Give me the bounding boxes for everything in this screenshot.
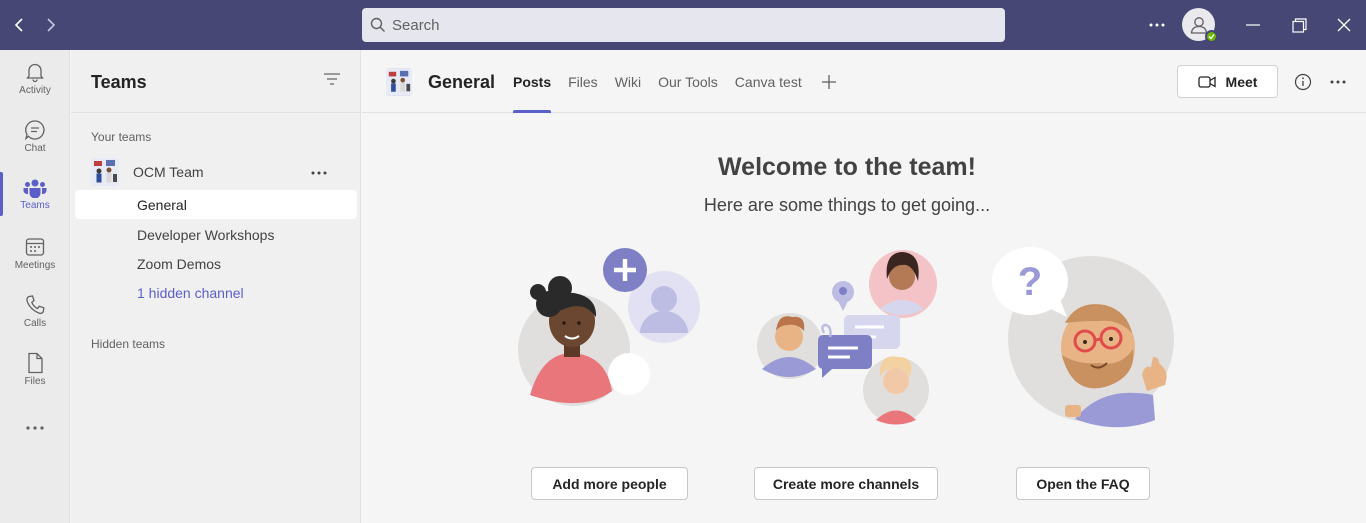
- rail-item-meetings[interactable]: Meetings: [0, 225, 70, 281]
- rail-item-activity[interactable]: Activity: [0, 50, 70, 106]
- rail-item-files[interactable]: Files: [0, 341, 70, 397]
- forward-button[interactable]: [39, 14, 61, 36]
- welcome-subtitle: Here are some things to get going...: [703, 195, 991, 215]
- welcome-title: Welcome to the team!: [718, 153, 976, 181]
- profile-avatar[interactable]: [1182, 8, 1218, 43]
- check-icon: [1208, 34, 1215, 40]
- teams-header: Teams: [71, 50, 361, 113]
- close-icon: [1337, 18, 1351, 32]
- filter-button[interactable]: [323, 72, 343, 92]
- minimize-button[interactable]: [1243, 10, 1263, 40]
- tab-posts[interactable]: Posts: [513, 50, 552, 113]
- more-options-button[interactable]: [1146, 10, 1168, 40]
- rail-item-calls[interactable]: Calls: [0, 283, 70, 339]
- rail-label: Chat: [24, 142, 46, 154]
- app-rail: Activity Chat Teams Meetings Calls Files: [0, 50, 70, 523]
- search-box[interactable]: [362, 8, 1005, 42]
- meet-label: Meet: [1225, 73, 1258, 90]
- team-avatar-icon: [386, 69, 412, 95]
- team-more-button[interactable]: [311, 162, 333, 182]
- add-more-people-button[interactable]: Add more people: [531, 467, 688, 500]
- meet-button[interactable]: Meet: [1177, 65, 1278, 98]
- tab-canva-test[interactable]: Canva test: [735, 50, 802, 113]
- rail-item-teams[interactable]: Teams: [0, 166, 70, 222]
- create-channels-illustration: [757, 250, 937, 425]
- restore-button[interactable]: [1289, 10, 1309, 40]
- tab-files[interactable]: Files: [568, 50, 598, 113]
- minimize-icon: [1246, 24, 1260, 26]
- teams-title: Teams: [91, 72, 147, 92]
- rail-item-chat[interactable]: Chat: [0, 108, 70, 164]
- chevron-left-icon: [14, 18, 23, 32]
- info-icon: [1294, 73, 1312, 91]
- add-tab-button[interactable]: [819, 50, 839, 113]
- channel-main: General Posts Files Wiki Our Tools Canva…: [362, 50, 1366, 523]
- search-input[interactable]: [392, 16, 952, 34]
- team-avatar-icon: [91, 158, 119, 186]
- channel-tabs: Posts Files Wiki Our Tools Canva test: [513, 50, 839, 113]
- hidden-teams-label[interactable]: Hidden teams: [91, 337, 165, 351]
- channel-header: General Posts Files Wiki Our Tools Canva…: [362, 50, 1366, 113]
- calendar-icon: [25, 237, 45, 256]
- rail-label: Activity: [19, 84, 51, 96]
- ellipsis-icon: [1149, 23, 1165, 27]
- phone-icon: [26, 294, 45, 314]
- search-icon: [370, 17, 385, 32]
- ellipsis-icon: [311, 171, 327, 175]
- your-teams-label: Your teams: [91, 130, 152, 144]
- rail-label: Meetings: [14, 259, 56, 271]
- ellipsis-icon: [1330, 80, 1346, 84]
- teams-icon: [23, 179, 47, 198]
- channel-item-general[interactable]: General: [75, 190, 357, 219]
- file-icon: [28, 352, 43, 373]
- tab-our-tools[interactable]: Our Tools: [658, 50, 718, 113]
- svg-text:?: ?: [1018, 260, 1042, 304]
- title-bar: [0, 0, 1366, 50]
- chevron-right-icon: [47, 18, 56, 32]
- restore-icon: [1291, 17, 1307, 33]
- hidden-channel-link[interactable]: 1 hidden channel: [75, 278, 357, 307]
- channel-title: General: [428, 72, 496, 92]
- rail-label: Calls: [23, 317, 47, 329]
- faq-illustration: ?: [992, 247, 1174, 428]
- channel-info-button[interactable]: [1292, 71, 1314, 93]
- create-more-channels-button[interactable]: Create more channels: [754, 467, 938, 500]
- teams-pane: Teams Your teams OCM Team General Develo…: [71, 50, 361, 523]
- tab-wiki[interactable]: Wiki: [615, 50, 641, 113]
- active-indicator: [0, 172, 3, 216]
- rail-label: Teams: [20, 199, 50, 211]
- open-faq-button[interactable]: Open the FAQ: [1016, 467, 1150, 500]
- team-row-ocm[interactable]: OCM Team: [91, 156, 351, 188]
- add-people-illustration: [518, 248, 700, 406]
- video-camera-icon: [1197, 75, 1216, 88]
- bell-icon: [26, 63, 44, 82]
- close-button[interactable]: [1334, 10, 1354, 40]
- presence-badge: [1205, 30, 1218, 43]
- rail-label: Files: [24, 375, 46, 387]
- plus-icon: [821, 74, 836, 89]
- channel-more-button[interactable]: [1327, 71, 1349, 93]
- channel-avatar: [386, 68, 412, 96]
- channel-item-zoom-demos[interactable]: Zoom Demos: [75, 249, 357, 278]
- back-button[interactable]: [9, 14, 31, 36]
- team-avatar: [91, 158, 119, 186]
- chat-icon: [24, 119, 45, 140]
- filter-icon: [324, 73, 340, 85]
- team-name: OCM Team: [133, 164, 204, 180]
- ellipsis-icon: [26, 426, 44, 430]
- rail-more-apps-button[interactable]: [0, 400, 70, 456]
- channel-item-developer-workshops[interactable]: Developer Workshops: [75, 220, 357, 249]
